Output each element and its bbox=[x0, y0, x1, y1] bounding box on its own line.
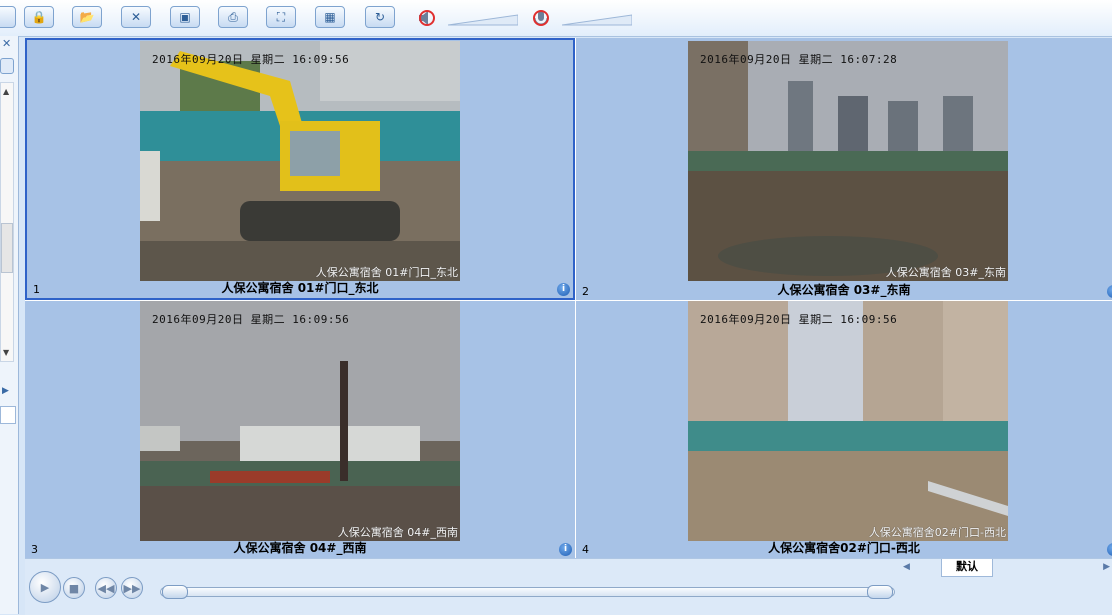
channel-caption: 人保公寓宿舍02#门口-西北 bbox=[768, 541, 920, 555]
tab-next-icon[interactable]: ▶ bbox=[1103, 562, 1110, 572]
seek-bar[interactable] bbox=[160, 587, 895, 597]
video-watermark: 人保公寓宿舍 01#门口_东北 bbox=[315, 266, 458, 279]
play-icon: ▶ bbox=[40, 580, 50, 594]
video-grid: 2016年09月20日 星期二 16:09:56 人保公寓宿舍 01#门口_东北… bbox=[25, 38, 1112, 558]
print-button[interactable]: ⎙ bbox=[218, 6, 248, 28]
tab-default[interactable]: 默认 bbox=[941, 559, 993, 577]
close-panel-icon[interactable]: ✕ bbox=[2, 37, 11, 50]
video-timestamp: 2016年09月20日 星期二 16:09:56 bbox=[152, 313, 350, 326]
fullscreen-button[interactable]: ⛶ bbox=[266, 6, 296, 28]
toolbar-edge-button[interactable] bbox=[0, 6, 16, 28]
scroll-down-icon[interactable]: ▼ bbox=[3, 348, 9, 357]
panel-scrollbar[interactable]: ▲ ▼ bbox=[0, 82, 14, 362]
refresh-icon: ↻ bbox=[374, 10, 386, 24]
scroll-up-icon[interactable]: ▲ bbox=[3, 87, 9, 96]
rewind-button[interactable]: ◀◀ bbox=[95, 577, 117, 599]
printer-icon: ⎙ bbox=[228, 9, 238, 24]
capture-button[interactable]: ▣ bbox=[170, 6, 200, 28]
info-icon[interactable]: i bbox=[559, 543, 572, 556]
refresh-button[interactable]: ↻ bbox=[365, 6, 395, 28]
tab-prev-icon[interactable]: ◀ bbox=[903, 562, 910, 572]
open-folder-button[interactable]: 📂 bbox=[72, 6, 102, 28]
record-button[interactable]: ▦ bbox=[315, 6, 345, 28]
play-button[interactable]: ▶ bbox=[29, 571, 61, 603]
speaker-volume-slider[interactable] bbox=[448, 14, 518, 26]
forward-icon: ▶▶ bbox=[123, 581, 141, 595]
lock-icon: 🔒 bbox=[31, 10, 47, 24]
microphone-muted-icon[interactable] bbox=[530, 8, 552, 28]
close-all-button[interactable]: ✕ bbox=[121, 6, 151, 28]
video-timestamp: 2016年09月20日 星期二 16:07:28 bbox=[700, 53, 898, 66]
video-feed-1: 2016年09月20日 星期二 16:09:56 人保公寓宿舍 01#门口_东北 bbox=[140, 41, 460, 281]
stop-icon: ■ bbox=[68, 581, 80, 595]
video-watermark: 人保公寓宿舍02#门口-西北 bbox=[868, 526, 1006, 539]
video-cell-4[interactable]: 2016年09月20日 星期二 16:09:56 人保公寓宿舍02#门口-西北 … bbox=[576, 301, 1112, 558]
playback-bar: ◀ 默认 ▶ ▶ ■ ◀◀ ▶▶ bbox=[25, 558, 1112, 615]
video-feed-3: 2016年09月20日 星期二 16:09:56 人保公寓宿舍 04#_西南 bbox=[140, 301, 460, 541]
rewind-icon: ◀◀ bbox=[97, 581, 115, 595]
lock-button[interactable]: 🔒 bbox=[24, 6, 54, 28]
channel-caption: 人保公寓宿舍 03#_东南 bbox=[777, 283, 911, 297]
seek-end-handle[interactable] bbox=[867, 585, 893, 599]
panel-field[interactable] bbox=[0, 406, 16, 424]
layout-tabs: ◀ 默认 ▶ bbox=[903, 559, 1112, 577]
camera-icon: ▣ bbox=[179, 10, 191, 24]
video-timestamp: 2016年09月20日 星期二 16:09:56 bbox=[700, 313, 898, 326]
toolbar: 🔒 📂 ✕ ▣ ⎙ ⛶ ▦ ↻ bbox=[0, 0, 1112, 37]
panel-tool-icon[interactable] bbox=[0, 58, 14, 74]
stop-button[interactable]: ■ bbox=[63, 577, 85, 599]
video-watermark: 人保公寓宿舍 03#_东南 bbox=[885, 266, 1006, 279]
video-feed-2: 2016年09月20日 星期二 16:07:28 人保公寓宿舍 03#_东南 bbox=[688, 41, 1008, 281]
expand-arrow-icon[interactable]: ▶ bbox=[2, 386, 9, 396]
fullscreen-icon: ⛶ bbox=[276, 9, 286, 24]
speaker-muted-icon[interactable] bbox=[416, 8, 438, 28]
video-timestamp: 2016年09月20日 星期二 16:09:56 bbox=[152, 53, 350, 66]
side-panel: ✕ ▲ ▼ ▶ bbox=[0, 36, 19, 614]
seek-start-handle[interactable] bbox=[162, 585, 188, 599]
video-cell-3[interactable]: 2016年09月20日 星期二 16:09:56 人保公寓宿舍 04#_西南 3… bbox=[25, 301, 575, 558]
info-icon[interactable]: i bbox=[557, 283, 570, 296]
video-watermark: 人保公寓宿舍 04#_西南 bbox=[337, 526, 458, 539]
forward-button[interactable]: ▶▶ bbox=[121, 577, 143, 599]
folder-icon: 📂 bbox=[79, 10, 95, 24]
video-cell-2[interactable]: 2016年09月20日 星期二 16:07:28 人保公寓宿舍 03#_东南 2… bbox=[576, 38, 1112, 300]
scroll-thumb[interactable] bbox=[1, 223, 13, 273]
video-cell-1[interactable]: 2016年09月20日 星期二 16:09:56 人保公寓宿舍 01#门口_东北… bbox=[25, 38, 575, 300]
film-icon: ▦ bbox=[324, 10, 336, 24]
video-feed-4: 2016年09月20日 星期二 16:09:56 人保公寓宿舍02#门口-西北 bbox=[688, 301, 1008, 541]
channel-caption: 人保公寓宿舍 04#_西南 bbox=[233, 541, 367, 555]
close-icon: ✕ bbox=[130, 10, 142, 24]
microphone-volume-slider[interactable] bbox=[562, 14, 632, 26]
channel-caption: 人保公寓宿舍 01#门口_东北 bbox=[221, 281, 379, 295]
